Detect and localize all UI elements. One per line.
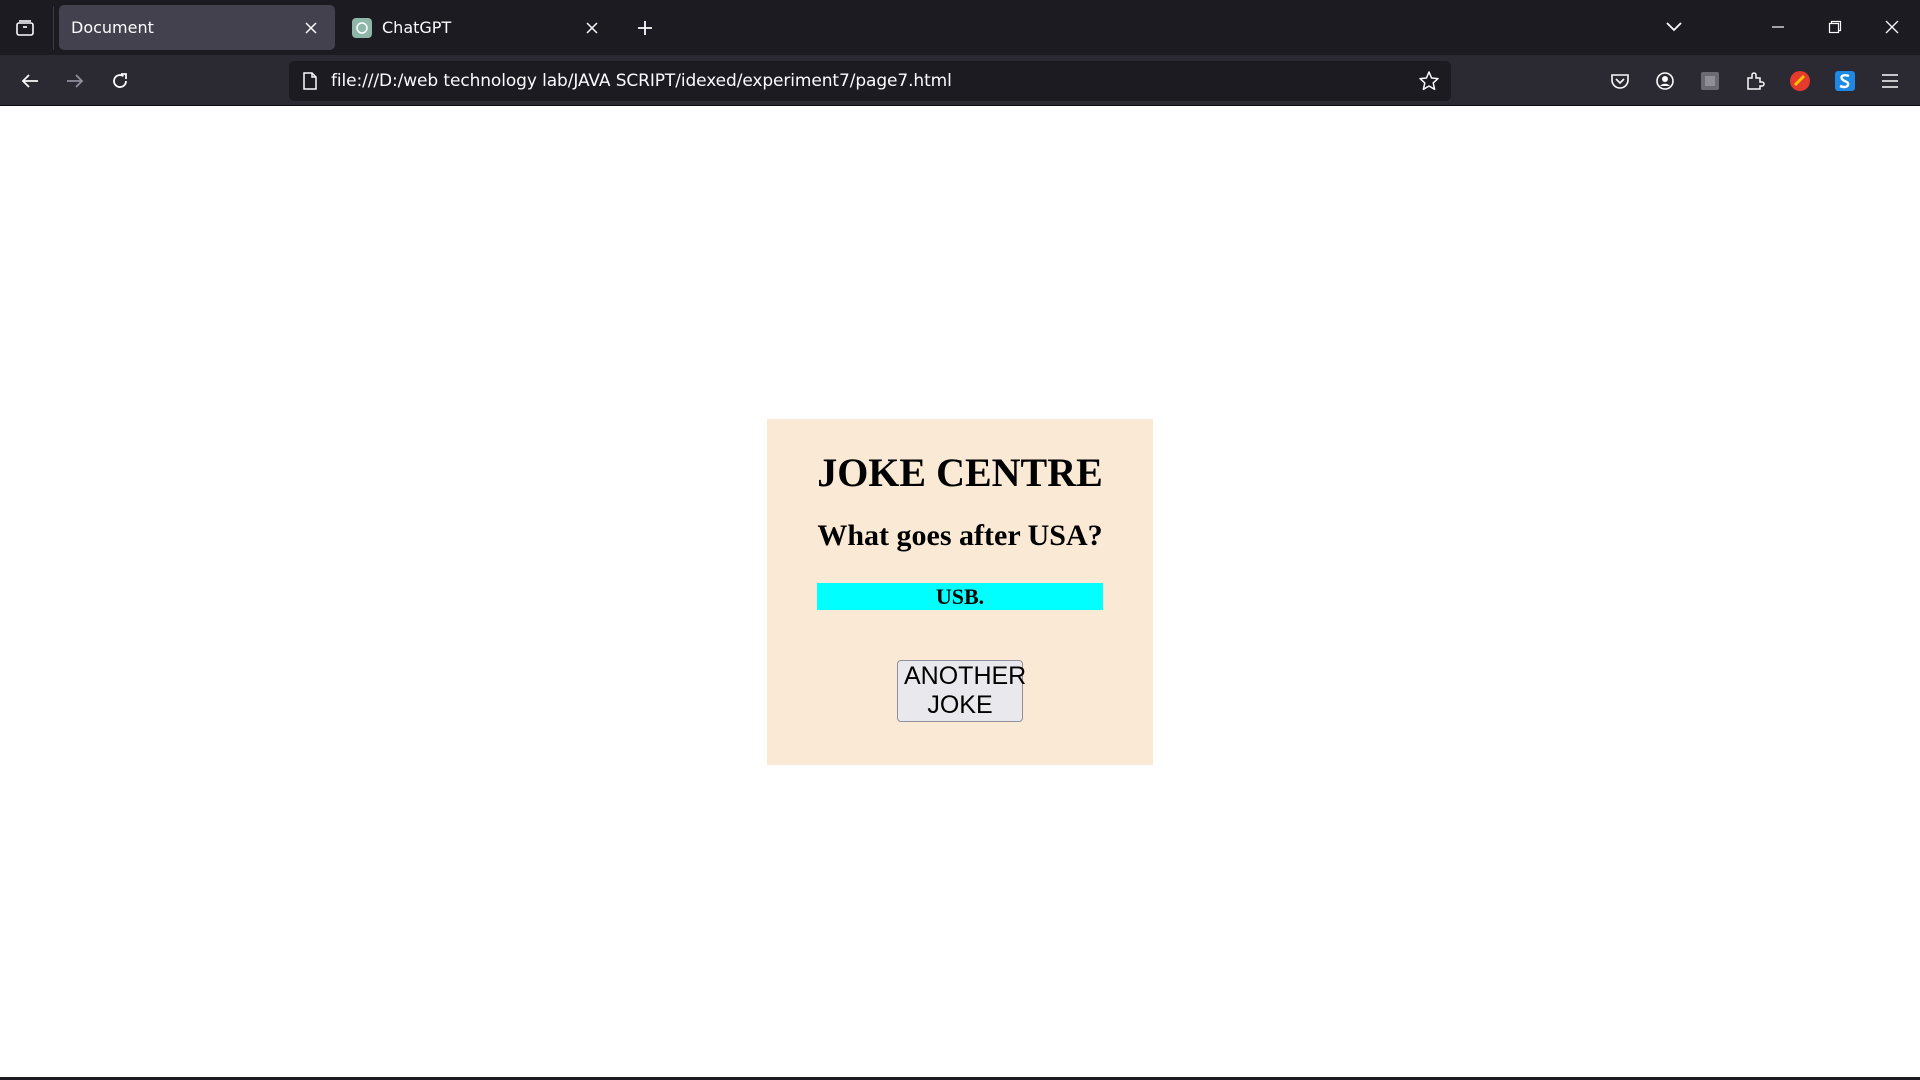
close-window-button[interactable] [1872,8,1912,46]
url-bar[interactable]: file:///D:/web technology lab/JAVA SCRIP… [289,61,1451,101]
reload-button[interactable] [102,63,138,99]
account-icon [1656,72,1674,90]
colorful-extension-icon [1790,71,1810,91]
s-extension-button[interactable] [1828,64,1862,98]
tab-list-icon [16,20,34,36]
navigation-toolbar: file:///D:/web technology lab/JAVA SCRIP… [0,55,1920,106]
account-button[interactable] [1648,64,1682,98]
list-all-tabs-button[interactable] [1654,8,1694,46]
joke-card: JOKE CENTRE What goes after USA? USB. AN… [767,419,1153,765]
reload-icon [113,73,127,88]
puzzle-icon [1747,72,1765,90]
another-joke-button[interactable]: ANOTHER JOKE [897,660,1026,722]
extensions-button[interactable] [1738,64,1772,98]
joke-question: What goes after USA? [817,519,1103,552]
joke-answer: USB. [817,583,1103,610]
page-title: JOKE CENTRE [817,450,1103,495]
menu-button[interactable] [1873,64,1907,98]
tab-title: Document [71,18,154,37]
restore-button[interactable] [1815,8,1855,46]
s-extension-icon [1835,71,1855,91]
tab-strip: Document ChatGPT [0,0,1920,55]
extension-square-icon [1701,72,1719,90]
tab-close-button[interactable] [299,16,323,40]
tab-document[interactable]: Document [59,5,335,50]
tab-chatgpt[interactable]: ChatGPT [340,5,616,50]
page-content: JOKE CENTRE What goes after USA? USB. AN… [0,107,1920,1079]
tab-divider [53,6,54,50]
close-window-icon [1885,20,1899,34]
colorful-extension-button[interactable] [1783,64,1817,98]
tab-title: ChatGPT [382,18,452,37]
minimize-button[interactable] [1758,8,1798,46]
bookmark-star-button[interactable] [1413,65,1445,97]
url-text[interactable]: file:///D:/web technology lab/JAVA SCRIP… [331,71,952,91]
back-button[interactable] [12,63,48,99]
tab-list-button[interactable] [6,11,44,45]
page-icon [299,70,321,92]
extension-square-button[interactable] [1693,64,1727,98]
close-icon [586,21,598,34]
forward-arrow-icon [67,74,84,88]
back-arrow-icon [21,74,38,88]
menu-icon [1882,74,1898,88]
chevron-down-icon [1666,22,1682,32]
pocket-button[interactable] [1603,64,1637,98]
star-icon [1419,71,1439,91]
chatgpt-favicon [352,17,372,38]
close-icon [305,21,317,34]
restore-icon [1828,20,1842,34]
minimize-icon [1772,26,1784,28]
plus-icon [638,21,652,35]
tab-close-button[interactable] [580,16,604,40]
forward-button[interactable] [57,63,93,99]
new-tab-button[interactable] [628,11,662,45]
pocket-icon [1611,74,1629,89]
